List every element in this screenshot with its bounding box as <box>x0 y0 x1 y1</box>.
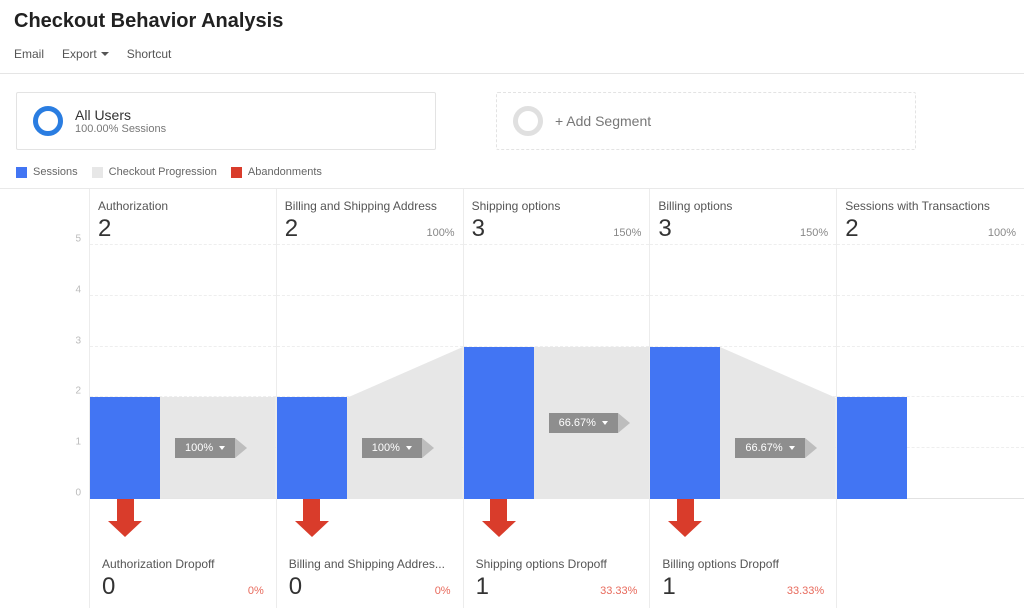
step-label: Billing and Shipping Address <box>285 199 455 213</box>
step-label: Shipping options <box>472 199 642 213</box>
segment-all-users[interactable]: All Users 100.00% Sessions <box>16 92 436 150</box>
segment-subtitle: 100.00% Sessions <box>75 123 166 135</box>
legend-label: Abandonments <box>248 166 322 178</box>
add-segment-button[interactable]: + Add Segment <box>496 92 916 150</box>
session-bar <box>837 397 907 499</box>
dropoff-label: Billing options Dropoff <box>662 557 824 571</box>
progression-pct: 100% <box>185 442 213 454</box>
toolbar: Email Export Shortcut <box>0 39 1024 74</box>
session-bar <box>650 347 720 499</box>
caret-down-icon <box>789 446 795 450</box>
legend-progression[interactable]: Checkout Progression <box>92 166 217 178</box>
dropoff-value: 0 <box>289 573 302 601</box>
progression-connector <box>347 347 463 499</box>
session-bar <box>464 347 534 499</box>
step-sessions: 3 <box>658 215 671 243</box>
progression-pill[interactable]: 66.67% <box>735 438 816 458</box>
step-sessions: 2 <box>285 215 298 243</box>
dropoff-value: 0 <box>102 573 115 601</box>
dropoff-pct: 33.33% <box>787 585 824 597</box>
y-tick: 4 <box>75 284 81 295</box>
dropoff-panel: Shipping options Dropoff 1 33.33% <box>464 549 650 611</box>
progression-pill[interactable]: 100% <box>175 438 247 458</box>
step-label: Billing options <box>658 199 828 213</box>
y-tick: 0 <box>75 488 81 499</box>
dropoff-value: 1 <box>476 573 489 601</box>
legend-sessions[interactable]: Sessions <box>16 166 78 178</box>
caret-down-icon <box>406 446 412 450</box>
progression-pct: 66.67% <box>559 417 596 429</box>
swatch-icon <box>92 167 103 178</box>
session-bar <box>90 397 160 499</box>
progression-pct: 66.67% <box>745 442 782 454</box>
dropoff-value: 1 <box>662 573 675 601</box>
funnel-step[interactable]: Billing options 3 150% 66.67% Billing option… <box>650 189 837 608</box>
progression-connector <box>720 347 836 499</box>
y-tick: 2 <box>75 386 81 397</box>
dropoff-label: Shipping options Dropoff <box>476 557 638 571</box>
dropoff-pct: 33.33% <box>600 585 637 597</box>
dropoff-pct: 0% <box>248 585 264 597</box>
export-button[interactable]: Export <box>62 47 109 61</box>
add-segment-label: + Add Segment <box>555 113 651 129</box>
legend-label: Sessions <box>33 166 78 178</box>
abandonment-arrow-icon <box>108 499 142 541</box>
legend: Sessions Checkout Progression Abandonmen… <box>0 162 1024 188</box>
swatch-icon <box>231 167 242 178</box>
shortcut-button[interactable]: Shortcut <box>127 47 172 61</box>
funnel-step[interactable]: Billing and Shipping Address 2 100% 100% Bil… <box>277 189 464 608</box>
dropoff-label: Authorization Dropoff <box>102 557 264 571</box>
arrow-right-icon <box>805 438 817 458</box>
arrow-right-icon <box>618 413 630 433</box>
page-title: Checkout Behavior Analysis <box>14 10 1010 33</box>
step-pct: 150% <box>613 227 641 239</box>
dropoff-panel: Authorization Dropoff 0 0% <box>90 549 276 611</box>
abandonment-arrow-icon <box>668 499 702 541</box>
arrow-right-icon <box>422 438 434 458</box>
legend-abandonments[interactable]: Abandonments <box>231 166 322 178</box>
swatch-icon <box>16 167 27 178</box>
step-sessions: 2 <box>98 215 111 243</box>
export-label: Export <box>62 47 97 61</box>
abandonment-arrow-icon <box>295 499 329 541</box>
step-sessions: 2 <box>845 215 858 243</box>
progression-pill[interactable]: 66.67% <box>549 413 630 433</box>
step-label: Authorization <box>98 199 268 213</box>
donut-icon <box>33 106 63 136</box>
legend-label: Checkout Progression <box>109 166 217 178</box>
dropoff-pct: 0% <box>435 585 451 597</box>
step-sessions: 3 <box>472 215 485 243</box>
dropoff-panel: Billing options Dropoff 1 33.33% <box>650 549 836 611</box>
step-label: Sessions with Transactions <box>845 199 1016 213</box>
email-button[interactable]: Email <box>14 47 44 61</box>
arrow-right-icon <box>235 438 247 458</box>
progression-pct: 100% <box>372 442 400 454</box>
funnel-step[interactable]: Authorization 2 100% Authorization Dropoff 0… <box>90 189 277 608</box>
donut-placeholder-icon <box>513 106 543 136</box>
caret-down-icon <box>101 52 109 56</box>
step-pct: 150% <box>800 227 828 239</box>
segment-title: All Users <box>75 107 166 123</box>
y-tick: 1 <box>75 437 81 448</box>
y-tick: 5 <box>75 234 81 245</box>
step-pct: 100% <box>988 227 1016 239</box>
abandonment-arrow-icon <box>482 499 516 541</box>
funnel-step[interactable]: Sessions with Transactions 2 100% <box>837 189 1024 608</box>
step-pct: 100% <box>426 227 454 239</box>
session-bar <box>277 397 347 499</box>
funnel-chart: 012345Authorization2100%Authorization Dr… <box>0 188 1024 608</box>
y-tick: 3 <box>75 335 81 346</box>
dropoff-panel: Billing and Shipping Addres... 0 0% <box>277 549 463 611</box>
dropoff-label: Billing and Shipping Addres... <box>289 557 451 571</box>
caret-down-icon <box>602 421 608 425</box>
progression-pill[interactable]: 100% <box>362 438 434 458</box>
funnel-step[interactable]: Shipping options 3 150% 66.67% Shipping opti… <box>464 189 651 608</box>
caret-down-icon <box>219 446 225 450</box>
